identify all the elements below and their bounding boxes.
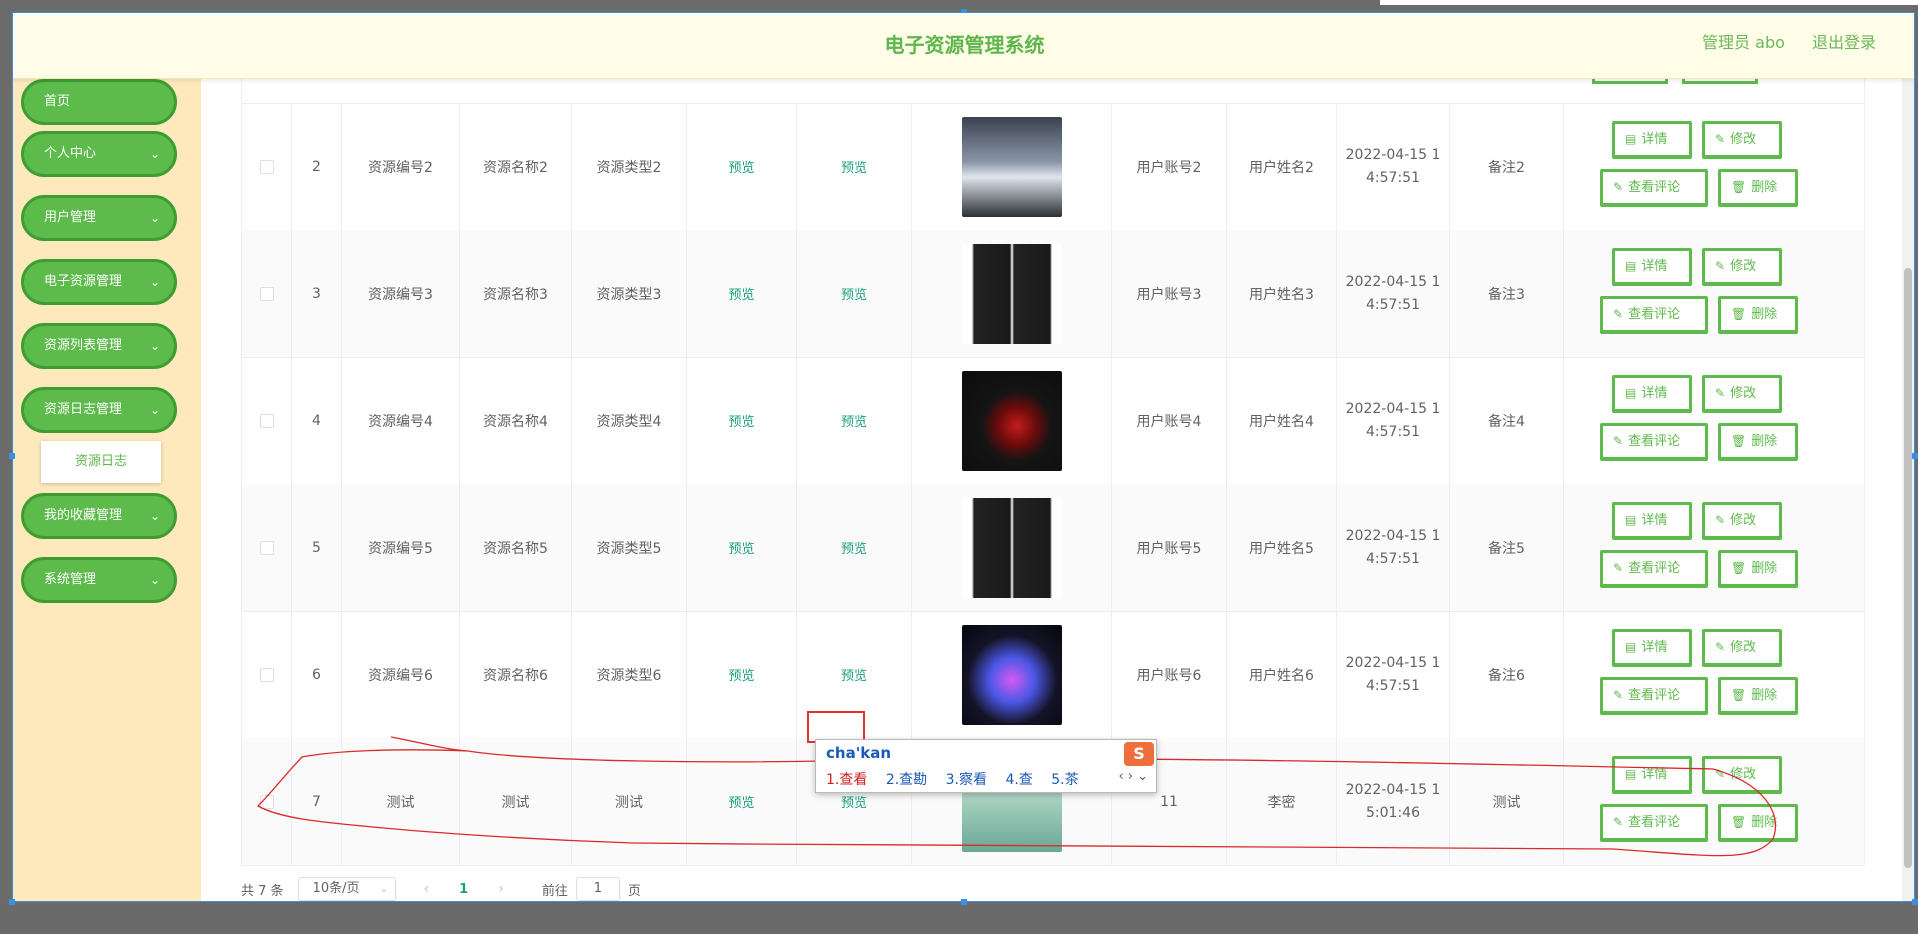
ime-candidate[interactable]: 5.茶 [1051, 772, 1078, 788]
selection-handle[interactable] [1912, 899, 1918, 905]
ime-page-arrows-icon[interactable]: ‹ › ⌄ [1118, 769, 1148, 784]
logout-link[interactable]: 退出登录 [1812, 33, 1876, 52]
background-window-edge [1380, 0, 1918, 5]
background-overlay [0, 902, 1918, 934]
selection-handle[interactable] [1912, 453, 1918, 459]
ime-candidate[interactable]: 1.查看 [826, 772, 867, 788]
selection-handle[interactable] [961, 899, 967, 905]
selection-handle[interactable] [9, 453, 15, 459]
ime-candidate[interactable]: 4.查 [1005, 772, 1032, 788]
ime-candidates: 1.查看 2.查勘 3.察看 4.查 5.茶 [826, 769, 1093, 789]
ime-candidate[interactable]: 3.察看 [946, 772, 987, 788]
header-user-area: 管理员 abo 退出登录 [1680, 29, 1876, 53]
app-title: 电子资源管理系统 [884, 33, 1045, 57]
ime-logo-icon: S [1124, 742, 1154, 766]
selection-handle[interactable] [9, 899, 15, 905]
ime-candidate-window[interactable]: cha'kan 1.查看 2.查勘 3.察看 4.查 5.茶 S ‹ › ⌄ [815, 739, 1157, 793]
admin-user-label: 管理员 abo [1702, 33, 1785, 52]
ime-candidate[interactable]: 2.查勘 [886, 772, 927, 788]
ime-pinyin: cha'kan [826, 744, 892, 762]
top-header: 电子资源管理系统 管理员 abo 退出登录 [13, 13, 1914, 79]
app-window: 首页 个人中心 ⌄ 用户管理 ⌄ 电子资源管理 ⌄ 资源列表管理 ⌄ 资源日志管理 ⌄ 资… [12, 12, 1915, 902]
